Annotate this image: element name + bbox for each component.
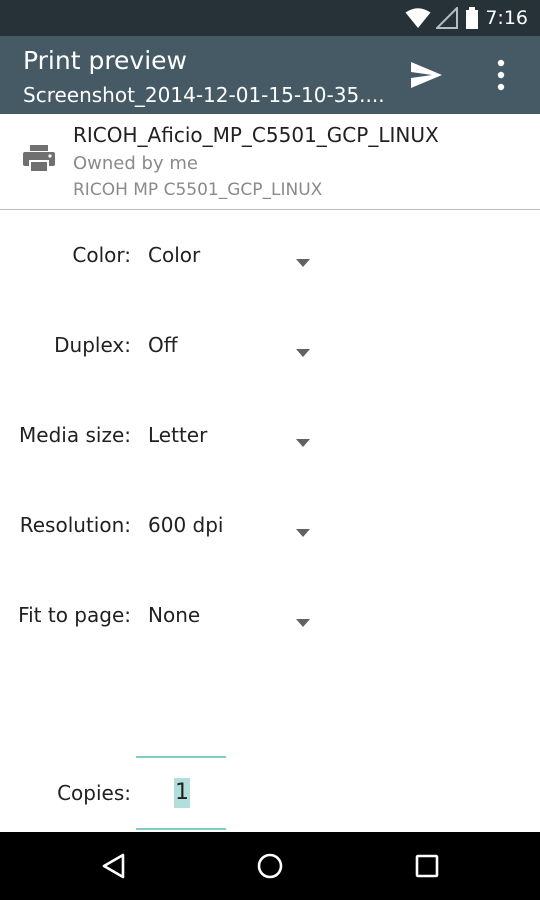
page-title: Print preview xyxy=(23,46,188,75)
option-row-duplex: Duplex: Off xyxy=(0,321,540,371)
option-row-color: Color: Color xyxy=(0,231,540,281)
send-icon xyxy=(406,62,448,98)
status-bar: 7:16 xyxy=(0,0,540,36)
app-bar: Print preview Screenshot_2014-12-01-15-1… xyxy=(0,36,540,114)
status-time: 7:16 xyxy=(485,7,528,29)
resolution-select[interactable]: 600 dpi xyxy=(136,501,316,551)
fit-to-page-label: Fit to page: xyxy=(18,603,131,627)
media-size-value: Letter xyxy=(148,423,208,447)
color-label: Color: xyxy=(72,243,131,267)
resolution-label: Resolution: xyxy=(19,513,131,537)
option-row-resolution: Resolution: 600 dpi xyxy=(0,501,540,551)
media-size-select[interactable]: Letter xyxy=(136,411,316,461)
copies-value: 1 xyxy=(174,778,190,808)
back-button[interactable] xyxy=(94,848,134,884)
print-send-button[interactable] xyxy=(406,56,448,94)
duplex-value: Off xyxy=(148,333,178,357)
copies-input[interactable]: 1 xyxy=(136,756,226,830)
recents-button[interactable] xyxy=(407,848,447,884)
printer-model: RICOH MP C5501_GCP_LINUX xyxy=(73,180,323,200)
home-icon xyxy=(250,853,290,888)
resolution-value: 600 dpi xyxy=(148,513,224,537)
color-value: Color xyxy=(148,243,201,267)
printer-icon xyxy=(22,145,56,177)
option-row-fit-to-page: Fit to page: None xyxy=(0,591,540,641)
fit-to-page-select[interactable]: None xyxy=(136,591,316,641)
dropdown-arrow-icon xyxy=(296,432,310,451)
fit-to-page-value: None xyxy=(148,603,201,627)
dropdown-arrow-icon xyxy=(296,342,310,361)
overflow-menu-icon xyxy=(484,59,518,101)
document-name: Screenshot_2014-12-01-15-10-35.... xyxy=(23,83,383,107)
printer-name: RICOH_Aficio_MP_C5501_GCP_LINUX xyxy=(73,123,439,147)
duplex-label: Duplex: xyxy=(54,333,131,357)
option-row-media-size: Media size: Letter xyxy=(0,411,540,461)
overflow-menu-button[interactable] xyxy=(484,53,518,97)
copies-label: Copies: xyxy=(57,781,131,805)
signal-icon xyxy=(434,5,458,33)
dropdown-arrow-icon xyxy=(296,252,310,271)
duplex-select[interactable]: Off xyxy=(136,321,316,371)
dropdown-arrow-icon xyxy=(296,522,310,541)
back-icon xyxy=(94,853,134,888)
dropdown-arrow-icon xyxy=(296,612,310,631)
battery-icon xyxy=(465,7,479,33)
home-button[interactable] xyxy=(250,848,290,884)
printer-owner: Owned by me xyxy=(73,153,198,174)
navigation-bar xyxy=(0,832,540,900)
wifi-icon xyxy=(405,7,431,33)
recents-icon xyxy=(407,854,447,888)
color-select[interactable]: Color xyxy=(136,231,316,281)
media-size-label: Media size: xyxy=(19,423,131,447)
printer-selector[interactable]: RICOH_Aficio_MP_C5501_GCP_LINUX Owned by… xyxy=(0,114,540,210)
